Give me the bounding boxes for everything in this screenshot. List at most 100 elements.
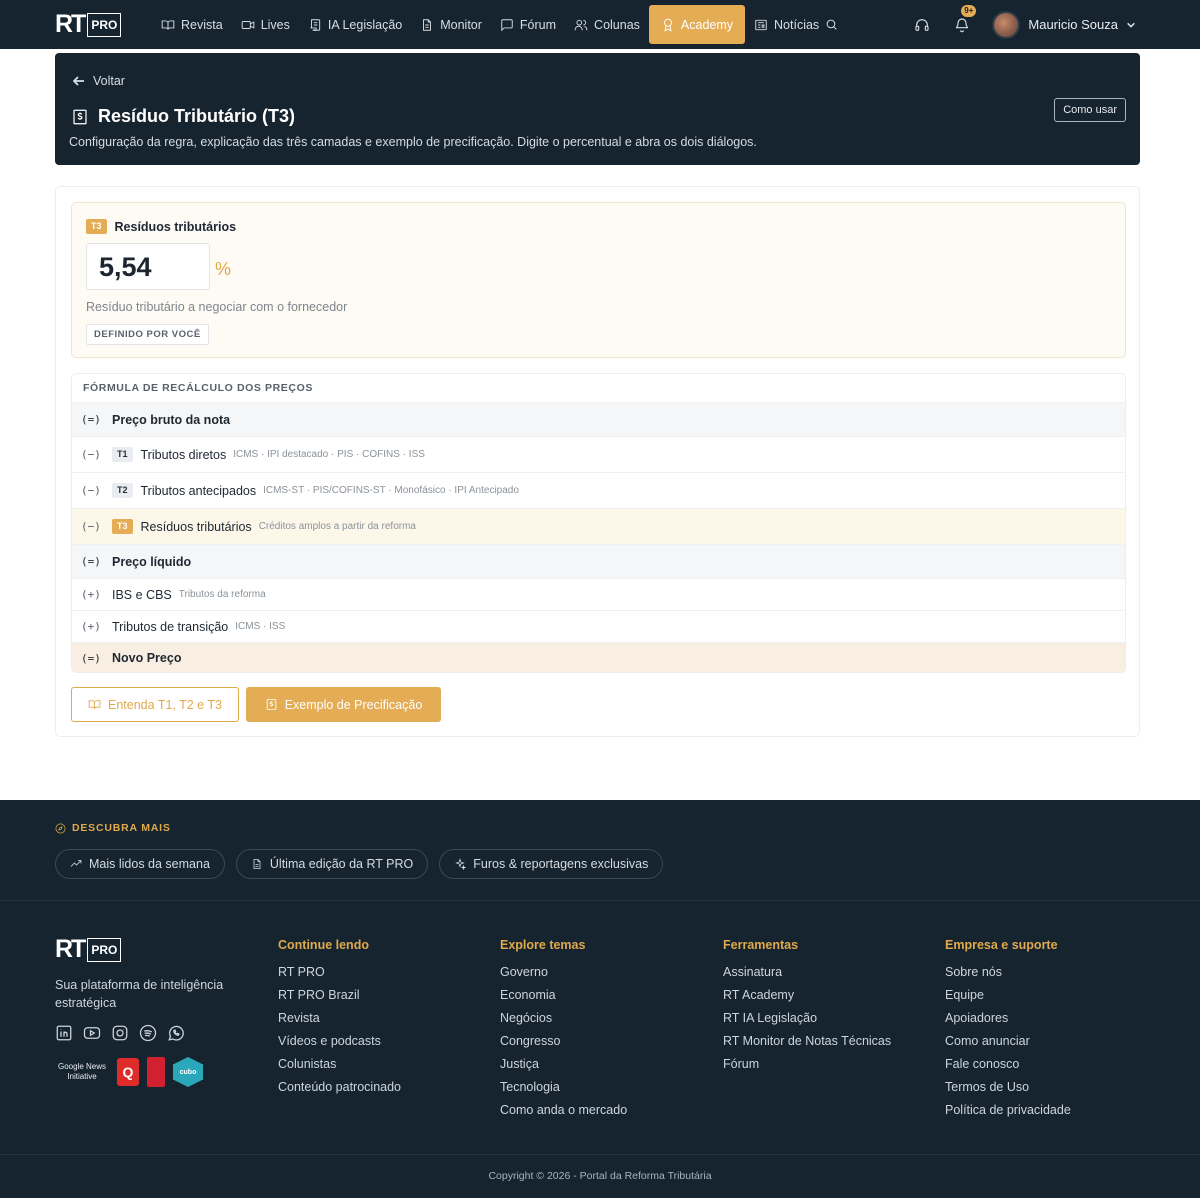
nav-item-academy[interactable]: Academy	[648, 5, 746, 44]
top-nav: RT PRO Revista Lives IA Legislação Monitor F…	[0, 0, 1200, 49]
footer-column-title: Empresa e suporte	[945, 938, 1058, 952]
footer-link[interactable]: RT PRO Brazil	[278, 988, 401, 1011]
pill-label: Última edição da RT PRO	[269, 857, 414, 871]
instagram-icon[interactable]	[111, 1024, 129, 1042]
discover-pill[interactable]: Última edição da RT PRO	[235, 849, 429, 879]
footer-link[interactable]: Equipe	[945, 988, 1071, 1011]
youtube-icon[interactable]	[83, 1024, 101, 1042]
understand-t1-t2-t3-button[interactable]: Entenda T1, T2 e T3	[71, 687, 239, 722]
footer-link[interactable]: RT PRO	[278, 965, 401, 988]
formula-operator: (−)	[81, 448, 101, 461]
nav-item-lives[interactable]: Lives	[232, 5, 299, 44]
copyright-divider	[0, 1154, 1200, 1155]
footer-link[interactable]: Congresso	[500, 1034, 627, 1057]
footer-column-title: Ferramentas	[723, 938, 799, 952]
nav-item-revista[interactable]: Revista	[152, 5, 232, 44]
t3-description: Resíduo tributário a negociar com o forn…	[86, 300, 348, 314]
formula-detail: Tributos da reforma	[178, 589, 266, 600]
discover-pill[interactable]: Mais lidos da semana	[55, 849, 225, 879]
footer-link[interactable]: Assinatura	[723, 965, 891, 988]
formula-operator: (=)	[81, 555, 101, 568]
page-header: Voltar Resíduo Tributário (T3) Configura…	[55, 53, 1140, 165]
footer-link[interactable]: Colunistas	[278, 1057, 401, 1080]
percent-unit: %	[215, 259, 232, 279]
trending-up-icon	[70, 860, 82, 867]
copyright: Copyright © 2026 - Portal da Reforma Tri…	[488, 1170, 712, 1182]
bell-icon[interactable]: 9+	[942, 0, 982, 49]
t3-heading-text: Resíduos tributários	[114, 219, 237, 234]
headphones-icon[interactable]	[902, 0, 942, 49]
formula-detail: ICMS-ST · PIS/COFINS-ST · Monofásico · I…	[263, 485, 519, 496]
formula-detail: ICMS · ISS	[235, 621, 286, 632]
footer-link[interactable]: Negócios	[500, 1011, 627, 1034]
nav-item-f-rum[interactable]: Fórum	[491, 5, 565, 44]
footer-link[interactable]: RT Monitor de Notas Técnicas	[723, 1034, 891, 1057]
t3-heading: T3 Resíduos tributários	[86, 219, 236, 234]
page-title: Resíduo Tributário (T3)	[71, 106, 295, 127]
linkedin-icon[interactable]	[55, 1024, 73, 1042]
discover-pill[interactable]: Furos & reportagens exclusivas	[439, 849, 664, 879]
formula-operator: (−)	[81, 520, 101, 533]
nav-item-not-cias[interactable]: Notícias	[745, 5, 828, 44]
formula-row: (=) Novo Preço	[72, 642, 1125, 672]
footer-link[interactable]: Tecnologia	[500, 1080, 627, 1103]
scroll-icon	[310, 18, 321, 31]
footer-link[interactable]: Justiça	[500, 1057, 627, 1080]
t3-input-panel: T3 Resíduos tributários 5,54 % Resíduo t…	[71, 202, 1126, 358]
search-icon[interactable]	[825, 18, 838, 31]
footer-link[interactable]: Apoiadores	[945, 1011, 1071, 1034]
discover-heading: DESCUBRA MAIS	[55, 822, 171, 834]
footer-link[interactable]: Sobre nós	[945, 965, 1071, 988]
footer-logo[interactable]: RT PRO	[55, 936, 122, 963]
back-link[interactable]: Voltar	[73, 74, 125, 88]
formula-operator: (+)	[81, 588, 101, 601]
footer-link[interactable]: Revista	[278, 1011, 401, 1034]
footer-column: Ferramentas Assinatura RT Academy RT IA Leg…	[723, 938, 891, 1080]
formula-row: (=) Preço bruto da nota	[72, 402, 1125, 436]
footer-link[interactable]: Como anunciar	[945, 1034, 1071, 1057]
footer-link[interactable]: Fórum	[723, 1057, 891, 1080]
nav-right: 9+ Mauricio Souza	[902, 0, 1200, 49]
spotify-icon[interactable]	[139, 1024, 157, 1042]
nav-item-monitor[interactable]: Monitor	[411, 5, 491, 44]
discover-pills: Mais lidos da semana Última edição da RT …	[55, 849, 664, 879]
how-to-button[interactable]: Como usar	[1054, 98, 1126, 122]
formula-label: Tributos antecipados	[140, 483, 257, 498]
formula-row: (=) Preço líquido	[72, 544, 1125, 578]
layer-tag: T3	[112, 519, 133, 534]
whatsapp-icon[interactable]	[167, 1024, 185, 1042]
nav-item-ia-legisla-o[interactable]: IA Legislação	[299, 5, 411, 44]
nav-items: Revista Lives IA Legislação Monitor Fórum Col…	[152, 5, 838, 44]
footer-link[interactable]: Política de privacidade	[945, 1103, 1071, 1126]
footer-link[interactable]: Governo	[500, 965, 627, 988]
footer-link[interactable]: Fale conosco	[945, 1057, 1071, 1080]
t3-config-card: T3 Resíduos tributários 5,54 % Resíduo t…	[55, 186, 1140, 737]
nav-item-colunas[interactable]: Colunas	[565, 5, 649, 44]
footer-link[interactable]: RT Academy	[723, 988, 891, 1011]
notification-badge: 9+	[961, 5, 977, 17]
footer-link[interactable]: Como anda o mercado	[500, 1103, 627, 1126]
page-subtitle: Configuração da regra, explicação das tr…	[69, 135, 757, 149]
logo-rt: RT	[55, 10, 86, 38]
file-icon	[253, 859, 261, 869]
footer-link[interactable]: Economia	[500, 988, 627, 1011]
formula-label: Preço bruto da nota	[112, 412, 231, 427]
percentage-input[interactable]: 5,54	[86, 243, 210, 290]
footer-link[interactable]: Termos de Uso	[945, 1080, 1071, 1103]
pill-label: Mais lidos da semana	[89, 857, 210, 871]
user-menu[interactable]: Mauricio Souza	[992, 10, 1136, 39]
newspaper-icon	[755, 19, 767, 30]
footer-link[interactable]: Conteúdo patrocinado	[278, 1080, 401, 1103]
price-formula: FÓRMULA DE RECÁLCULO DOS PREÇOS (=) Preço…	[71, 373, 1126, 673]
footer-link[interactable]: RT IA Legislação	[723, 1011, 891, 1034]
formula-operator: (+)	[81, 620, 101, 633]
brand-logo[interactable]: RT PRO	[55, 10, 122, 38]
footer-link[interactable]: Vídeos e podcasts	[278, 1034, 401, 1057]
formula-operator: (−)	[81, 484, 101, 497]
google-news-initiative-logo: Google News Initiative	[57, 1062, 107, 1081]
users-icon	[574, 19, 588, 30]
user-name: Mauricio Souza	[1028, 17, 1118, 32]
pill-label: Furos & reportagens exclusivas	[473, 857, 649, 871]
message-square-icon	[501, 18, 513, 31]
pricing-example-button[interactable]: Exemplo de Precificação	[246, 687, 441, 722]
